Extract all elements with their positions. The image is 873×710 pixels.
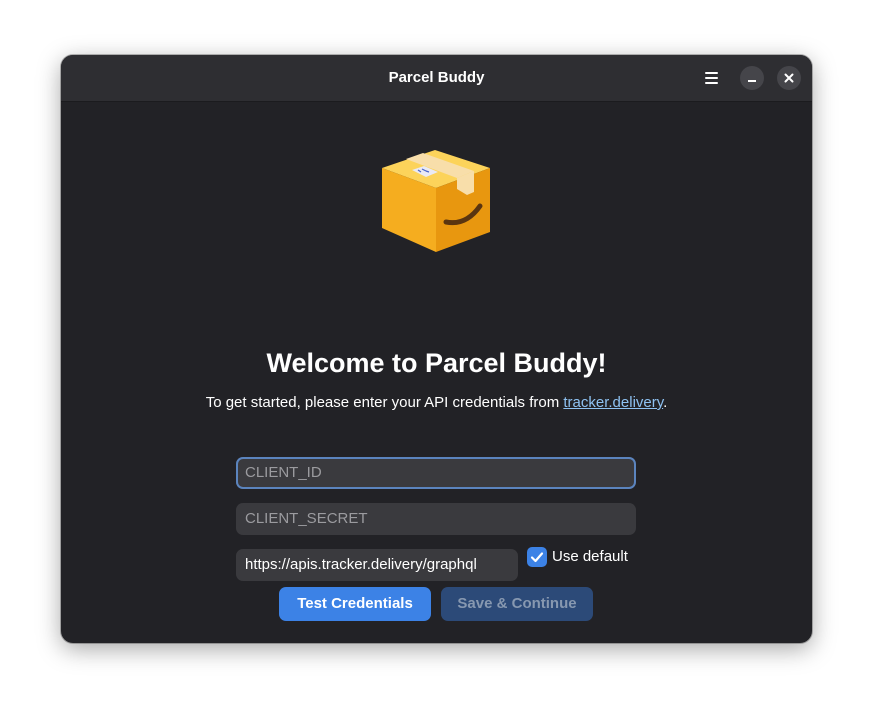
subtitle-text: To get started, please enter your API cr… xyxy=(205,394,564,411)
minimize-icon xyxy=(748,80,756,82)
hamburger-menu-icon-line xyxy=(705,82,718,84)
main-content: Welcome to Parcel Buddy! To get started,… xyxy=(61,102,812,643)
checkbox-box[interactable] xyxy=(527,547,547,567)
endpoint-url-input[interactable] xyxy=(236,549,518,581)
use-default-label[interactable]: Use default xyxy=(552,546,628,568)
welcome-heading: Welcome to Parcel Buddy! xyxy=(266,348,607,378)
welcome-subtitle: To get started, please enter your API cr… xyxy=(61,393,812,413)
client-secret-input[interactable] xyxy=(236,503,636,535)
menu-button[interactable] xyxy=(699,67,723,89)
parcel-box-logo xyxy=(382,150,490,252)
save-continue-button[interactable]: Save & Continue xyxy=(441,587,593,621)
hamburger-menu-icon-line xyxy=(705,77,718,79)
subtitle-period: . xyxy=(663,394,668,411)
close-button[interactable] xyxy=(777,66,801,90)
title-bar: Parcel Buddy xyxy=(61,55,812,102)
checkmark-icon xyxy=(530,552,544,563)
close-icon xyxy=(784,73,794,83)
tracker-delivery-link[interactable]: tracker.delivery xyxy=(563,394,663,411)
client-id-input[interactable] xyxy=(236,457,636,489)
test-credentials-button[interactable]: Test Credentials xyxy=(279,587,431,621)
app-window: Parcel Buddy Welcome to Parcel Buddy! To… xyxy=(61,55,812,643)
hamburger-menu-icon xyxy=(705,72,718,74)
minimize-button[interactable] xyxy=(740,66,764,90)
